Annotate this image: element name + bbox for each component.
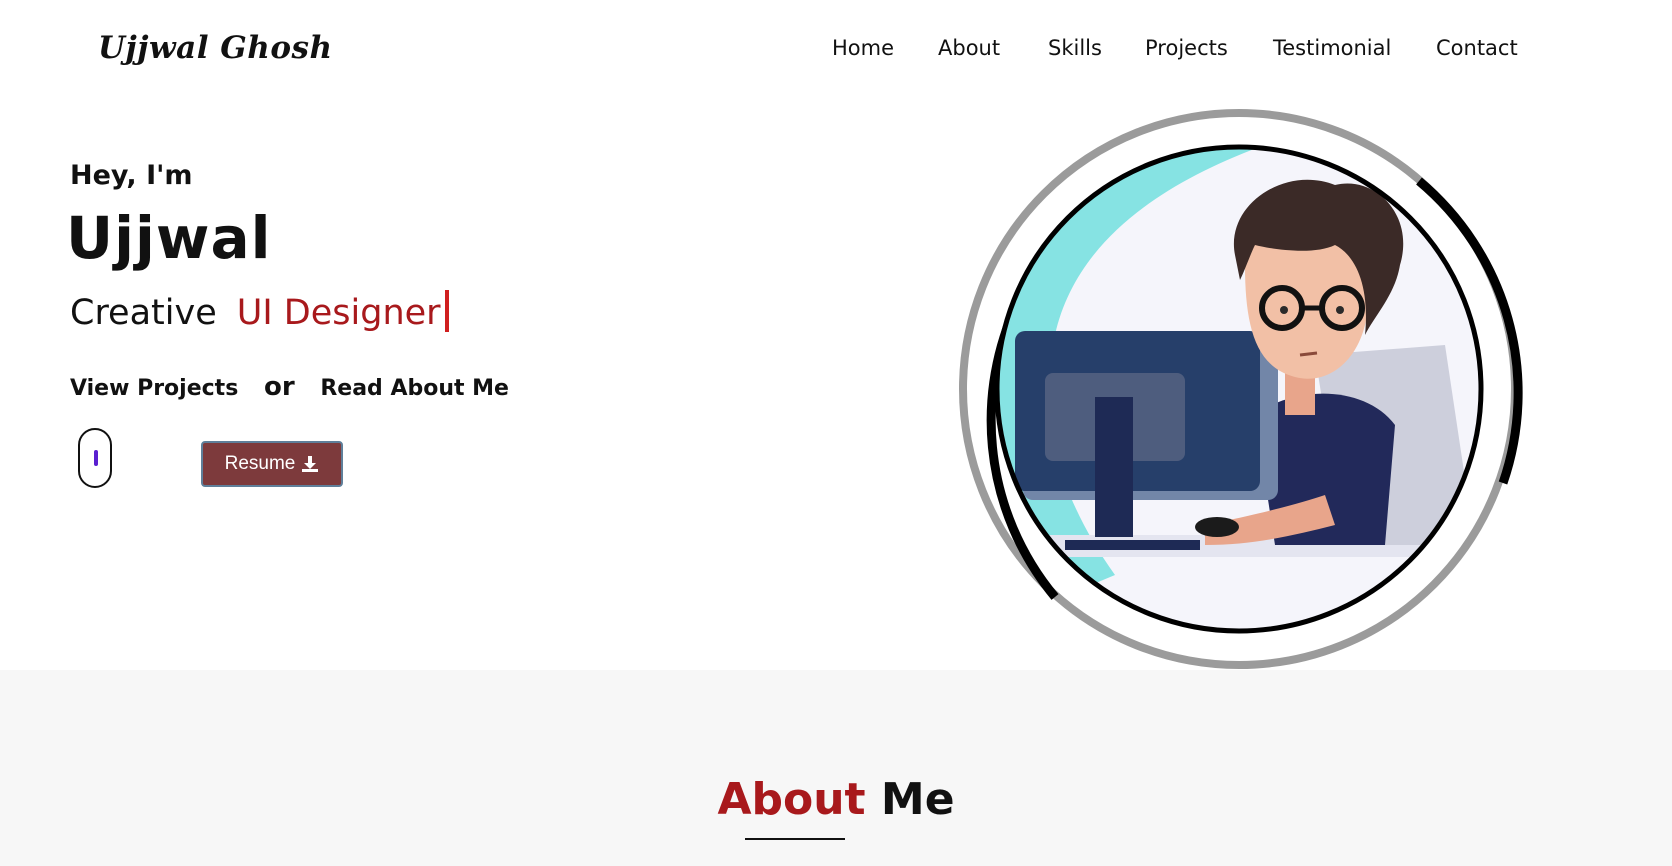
nav-contact[interactable]: Contact	[1436, 36, 1518, 60]
monitor-stand	[1095, 397, 1133, 537]
scroll-wheel	[94, 450, 98, 466]
about-title-accent: About	[717, 774, 866, 825]
mouth	[1299, 351, 1318, 357]
role-prefix: Creative	[70, 293, 217, 333]
read-about-link[interactable]: Read About Me	[320, 376, 509, 401]
nav-testimonial[interactable]: Testimonial	[1273, 36, 1391, 60]
nav-projects[interactable]: Projects	[1145, 36, 1228, 60]
resume-button[interactable]: Resume	[201, 441, 343, 487]
eye-right	[1336, 306, 1344, 314]
about-underline	[745, 838, 845, 840]
resume-label: Resume	[224, 453, 296, 474]
mouse-scroll-icon[interactable]	[78, 428, 112, 488]
hero-role: Creative UI Designer	[70, 290, 449, 333]
nav-about[interactable]: About	[938, 36, 1000, 60]
download-icon	[302, 456, 319, 472]
typing-cursor	[444, 290, 449, 332]
about-title-rest: Me	[880, 774, 955, 825]
nav-skills[interactable]: Skills	[1048, 36, 1102, 60]
cta-or: or	[263, 372, 295, 402]
main-nav: Home About Skills Projects Testimonial C…	[0, 36, 1672, 66]
keyboard	[1065, 540, 1200, 550]
hero-greeting: Hey, I'm	[70, 160, 193, 191]
hero-cta: View Projects or Read About Me	[70, 372, 509, 402]
eye-left	[1280, 306, 1288, 314]
mouse-device	[1195, 517, 1239, 537]
nav-home[interactable]: Home	[832, 36, 894, 60]
hero-name: Ujjwal	[66, 204, 272, 272]
avatar-illustration	[959, 109, 1523, 669]
view-projects-link[interactable]: View Projects	[70, 376, 238, 401]
role-accent: UI Designer	[236, 293, 441, 333]
about-title: About Me	[0, 774, 1672, 825]
about-section: About Me	[0, 670, 1672, 866]
hero-avatar	[955, 105, 1525, 675]
